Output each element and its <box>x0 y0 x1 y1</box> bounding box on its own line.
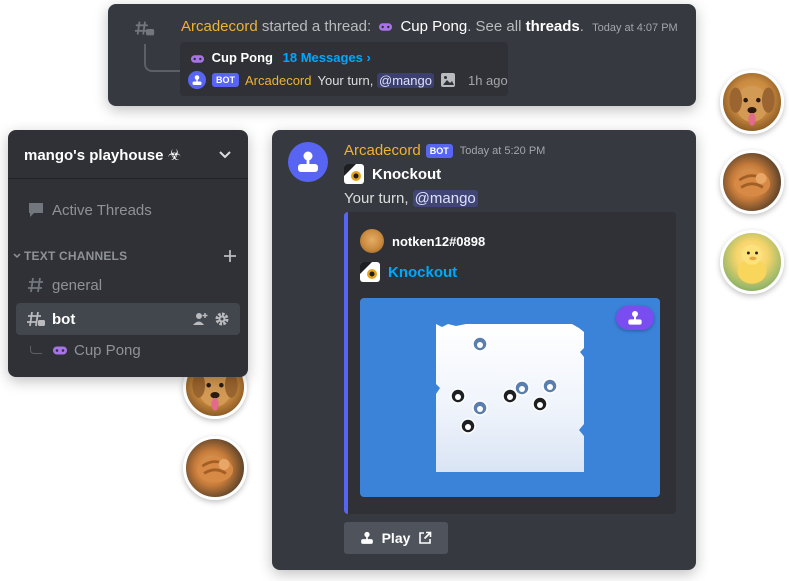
thread-action-text: started a thread: <box>261 18 372 35</box>
user-mention[interactable]: @mango <box>412 190 478 207</box>
arcadecord-badge-icon <box>616 306 654 330</box>
add-channel-icon[interactable] <box>222 248 238 264</box>
last-message-text: Your turn, @mango <box>317 72 434 88</box>
thread-icon <box>134 21 155 36</box>
user-avatar-dog[interactable] <box>720 70 784 134</box>
bot-tag: BOT <box>212 73 239 87</box>
game-embed: notken12#0898 Knockout <box>344 212 676 514</box>
thread-timestamp: Today at 4:07 PM <box>592 22 678 34</box>
embed-author-name: notken12#0898 <box>392 233 486 249</box>
last-message-author: Arcadecord <box>245 72 312 88</box>
user-avatar-cat[interactable] <box>720 150 784 214</box>
thread-period: . <box>467 18 472 35</box>
thread-header: Arcadecord started a thread: Cup Pong. S… <box>181 18 678 35</box>
chevron-down-icon[interactable] <box>218 148 232 162</box>
thread-last-message: BOT Arcadecord Your turn, @mango 1h ago <box>188 70 508 90</box>
chevron-down-icon <box>13 253 21 259</box>
channel-name: general <box>52 276 103 294</box>
thread-cup-pong[interactable]: Cup Pong <box>52 342 141 359</box>
channel-actions <box>192 311 230 327</box>
last-message-body: Your turn, <box>317 72 374 88</box>
thread-connector <box>144 44 180 72</box>
penguin-pieces <box>436 324 584 436</box>
ice-arena <box>436 324 584 472</box>
joystick-icon <box>298 151 318 172</box>
external-link-icon <box>419 531 432 544</box>
see-all-text: See all <box>475 18 522 35</box>
message-body: Your turn, <box>344 190 409 207</box>
play-button-label: Play <box>381 530 411 546</box>
game-controller-icon <box>190 54 205 63</box>
thread-message-count[interactable]: 18 Messages › <box>283 50 371 65</box>
message-author[interactable]: Arcadecord <box>344 142 421 159</box>
user-avatar-cat-2[interactable] <box>183 436 247 500</box>
gear-icon[interactable] <box>214 311 230 327</box>
server-sidebar: mango's playhouse ☣ Active Threads TEXT … <box>8 130 248 377</box>
embed-title-text: Knockout <box>388 263 458 281</box>
channel-general[interactable]: general <box>16 269 240 301</box>
thread-connector <box>30 346 42 354</box>
thread-author[interactable]: Arcadecord <box>181 18 258 35</box>
server-name: mango's playhouse ☣ <box>24 147 182 164</box>
embed-author-avatar <box>360 229 384 253</box>
thread-created-card: Arcadecord started a thread: Cup Pong. S… <box>108 4 696 106</box>
thread-label: Cup Pong <box>74 342 141 359</box>
cat-photo <box>733 171 771 197</box>
knockout-logo-icon <box>360 262 380 282</box>
last-message-time: 1h ago <box>467 72 508 88</box>
embed-author[interactable]: notken12#0898 <box>360 229 485 253</box>
game-title: Knockout <box>372 165 442 183</box>
channel-name: bot <box>52 310 76 328</box>
thread-preview[interactable]: Cup Pong 18 Messages › BOT Arcadecord Yo… <box>180 42 508 96</box>
category-label: TEXT CHANNELS <box>24 249 128 263</box>
add-member-icon[interactable] <box>192 311 208 327</box>
duck-photo <box>737 244 767 284</box>
thread-name-link[interactable]: Cup Pong <box>400 18 467 35</box>
arcadecord-avatar <box>188 71 206 89</box>
user-avatar-duck[interactable] <box>720 230 784 294</box>
message-timestamp: Today at 5:20 PM <box>459 144 546 157</box>
server-header[interactable]: mango's playhouse ☣ <box>8 130 248 179</box>
thread-preview-name: Cup Pong <box>211 50 274 65</box>
active-threads-button[interactable]: Active Threads <box>16 194 240 226</box>
channel-bot[interactable]: bot <box>16 303 240 335</box>
thread-preview-title-row: Cup Pong 18 Messages › <box>190 50 371 65</box>
game-title-row: Knockout <box>344 164 441 184</box>
threads-bubble-icon <box>29 203 43 217</box>
dog-photo <box>729 85 775 126</box>
play-button[interactable]: Play <box>344 522 448 554</box>
game-board-image[interactable] <box>360 298 660 497</box>
message-text: Your turn, @mango <box>344 190 478 207</box>
category-text-channels[interactable]: TEXT CHANNELS <box>12 248 244 264</box>
joystick-icon <box>360 531 373 544</box>
message-header: Arcadecord BOT Today at 5:20 PM <box>344 142 545 159</box>
threads-link[interactable]: threads <box>526 18 580 35</box>
joystick-icon <box>192 75 202 85</box>
bot-tag: BOT <box>425 143 453 158</box>
hashtag-icon <box>28 277 43 293</box>
knockout-logo-icon <box>344 164 364 184</box>
arcadecord-avatar[interactable] <box>288 142 328 182</box>
embed-title[interactable]: Knockout <box>360 262 457 282</box>
active-threads-label: Active Threads <box>52 201 152 219</box>
cat-photo <box>196 457 234 483</box>
user-mention[interactable]: @mango <box>377 72 434 88</box>
bot-message-card: Arcadecord BOT Today at 5:20 PM Knockout… <box>272 130 696 570</box>
threads-period: . <box>579 18 584 35</box>
game-controller-icon <box>53 346 67 355</box>
game-controller-icon <box>379 23 393 31</box>
image-attachment-icon <box>440 73 455 87</box>
hashtag-thread-icon <box>27 311 45 327</box>
